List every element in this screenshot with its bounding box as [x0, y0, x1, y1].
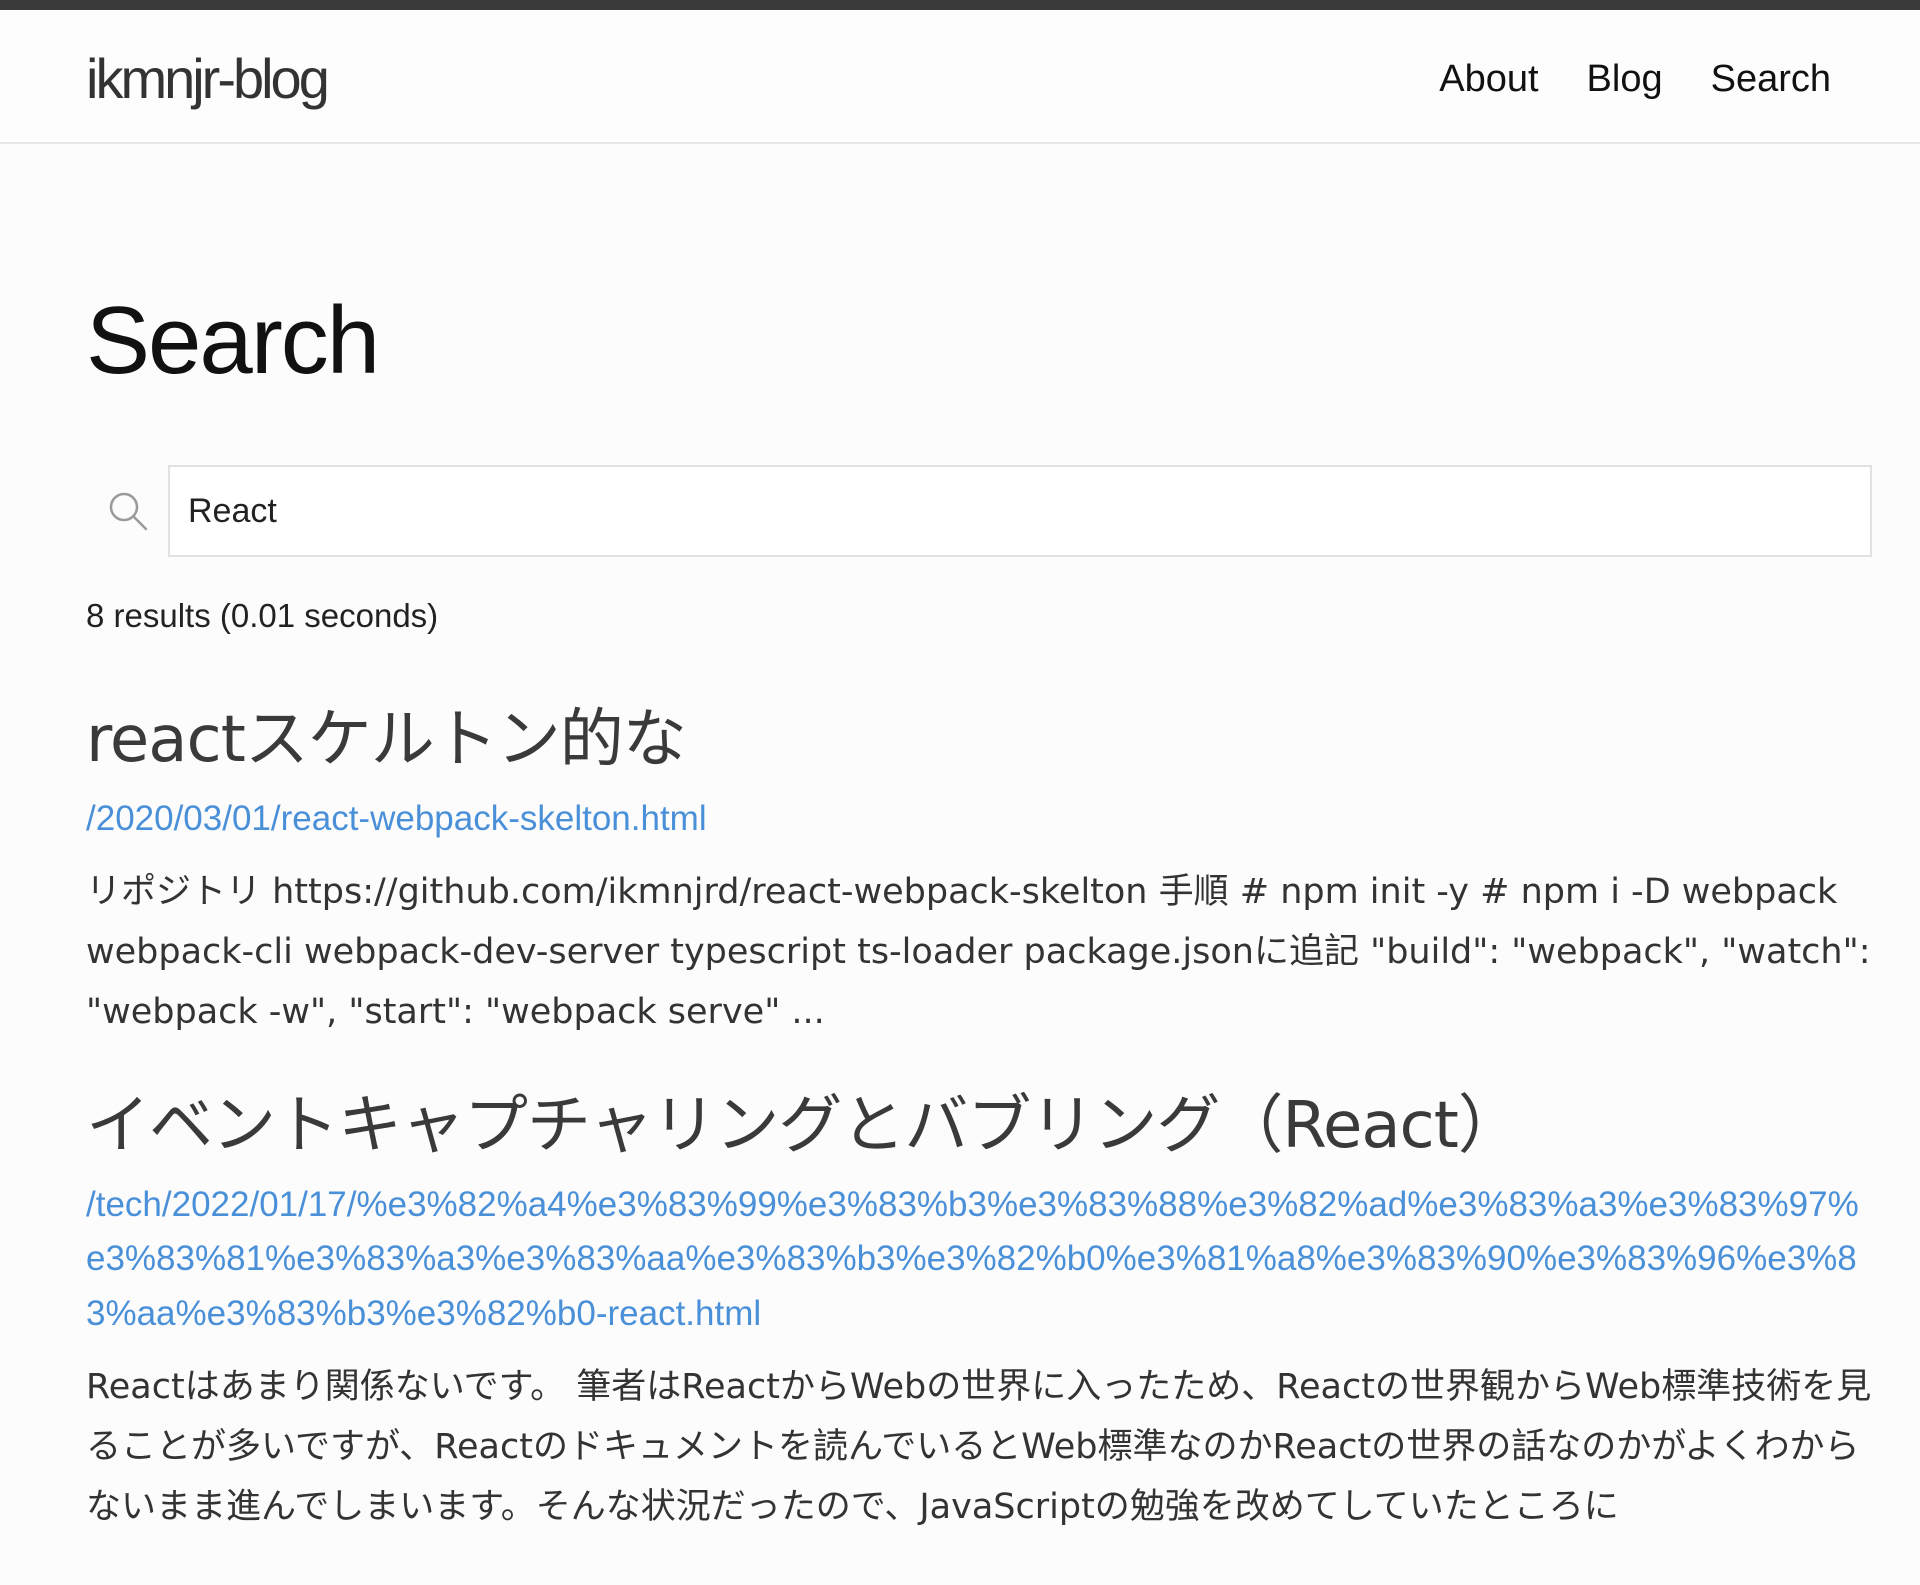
- search-icon: [109, 492, 148, 531]
- nav-search-link[interactable]: Search: [1711, 58, 1831, 101]
- main-nav: About Blog Search: [1439, 58, 1831, 101]
- top-strip: [0, 0, 1920, 10]
- result-title: reactスケルトン的な: [86, 703, 687, 777]
- search-row: [86, 465, 1872, 557]
- result-url-link[interactable]: /2020/03/01/react-webpack-skelton.html: [86, 792, 1872, 846]
- result-item: イベントキャプチャリングとバブリング（React） /tech/2022/01/…: [86, 1090, 1872, 1537]
- nav-blog-link[interactable]: Blog: [1587, 58, 1663, 101]
- result-item: reactスケルトン的な /2020/03/01/react-webpack-s…: [86, 703, 1872, 1042]
- nav-about-link[interactable]: About: [1439, 58, 1538, 101]
- result-snippet: Reactはあまり関係ないです。 筆者はReactからWebの世界に入ったため、…: [86, 1366, 1872, 1528]
- result-count: 8 results (0.01 seconds): [86, 597, 439, 634]
- result-url-link[interactable]: /tech/2022/01/17/%e3%82%a4%e3%83%99%e3%8…: [86, 1178, 1872, 1341]
- result-title: イベントキャプチャリングとバブリング（React）: [86, 1089, 1522, 1164]
- result-snippet: リポジトリ https://github.com/ikmnjrd/react-w…: [86, 871, 1871, 1033]
- site-header: ikmnjr-blog About Blog Search: [0, 10, 1920, 144]
- search-input[interactable]: [168, 465, 1872, 557]
- search-results: reactスケルトン的な /2020/03/01/react-webpack-s…: [86, 703, 1872, 1585]
- page-title: Search: [86, 287, 380, 394]
- site-title-link[interactable]: ikmnjr-blog: [86, 46, 330, 111]
